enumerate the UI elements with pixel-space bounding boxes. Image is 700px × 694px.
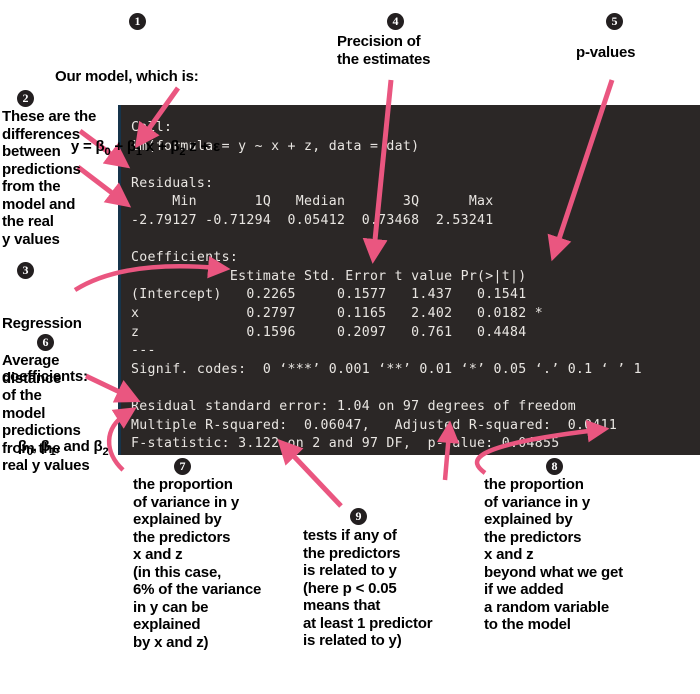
annotation-3-line1: Regression xyxy=(2,315,82,332)
annotation-1-line1: Our model, which is: xyxy=(55,68,199,85)
badge-9: 9 xyxy=(350,508,367,525)
annotation-6: Average distance of the model prediction… xyxy=(2,352,90,474)
annotation-2: These are the differences between predic… xyxy=(2,108,97,248)
formula-part-1: + β xyxy=(110,138,136,155)
badge-4: 4 xyxy=(387,13,404,30)
annotation-8: the proportion of variance in y explaine… xyxy=(484,476,623,633)
annotation-4: Precision of the estimates xyxy=(337,33,431,68)
badge-7: 7 xyxy=(174,458,191,475)
formula-part-2: x + β xyxy=(141,138,180,155)
badge-6: 6 xyxy=(37,334,54,351)
annotation-5: p-values xyxy=(576,44,636,61)
badge-1: 1 xyxy=(129,13,146,30)
badge-8: 8 xyxy=(546,458,563,475)
annotation-9: tests if any of the predictors is relate… xyxy=(303,527,433,649)
badge-5: 5 xyxy=(606,13,623,30)
beta-sub-2: 2 xyxy=(102,445,109,458)
arrow-to-f-statistic xyxy=(277,438,343,508)
formula-part-3: z + ε xyxy=(185,138,220,155)
annotation-7: the proportion of variance in y explaine… xyxy=(133,476,262,651)
badge-2: 2 xyxy=(17,90,34,107)
badge-3: 3 xyxy=(17,262,34,279)
